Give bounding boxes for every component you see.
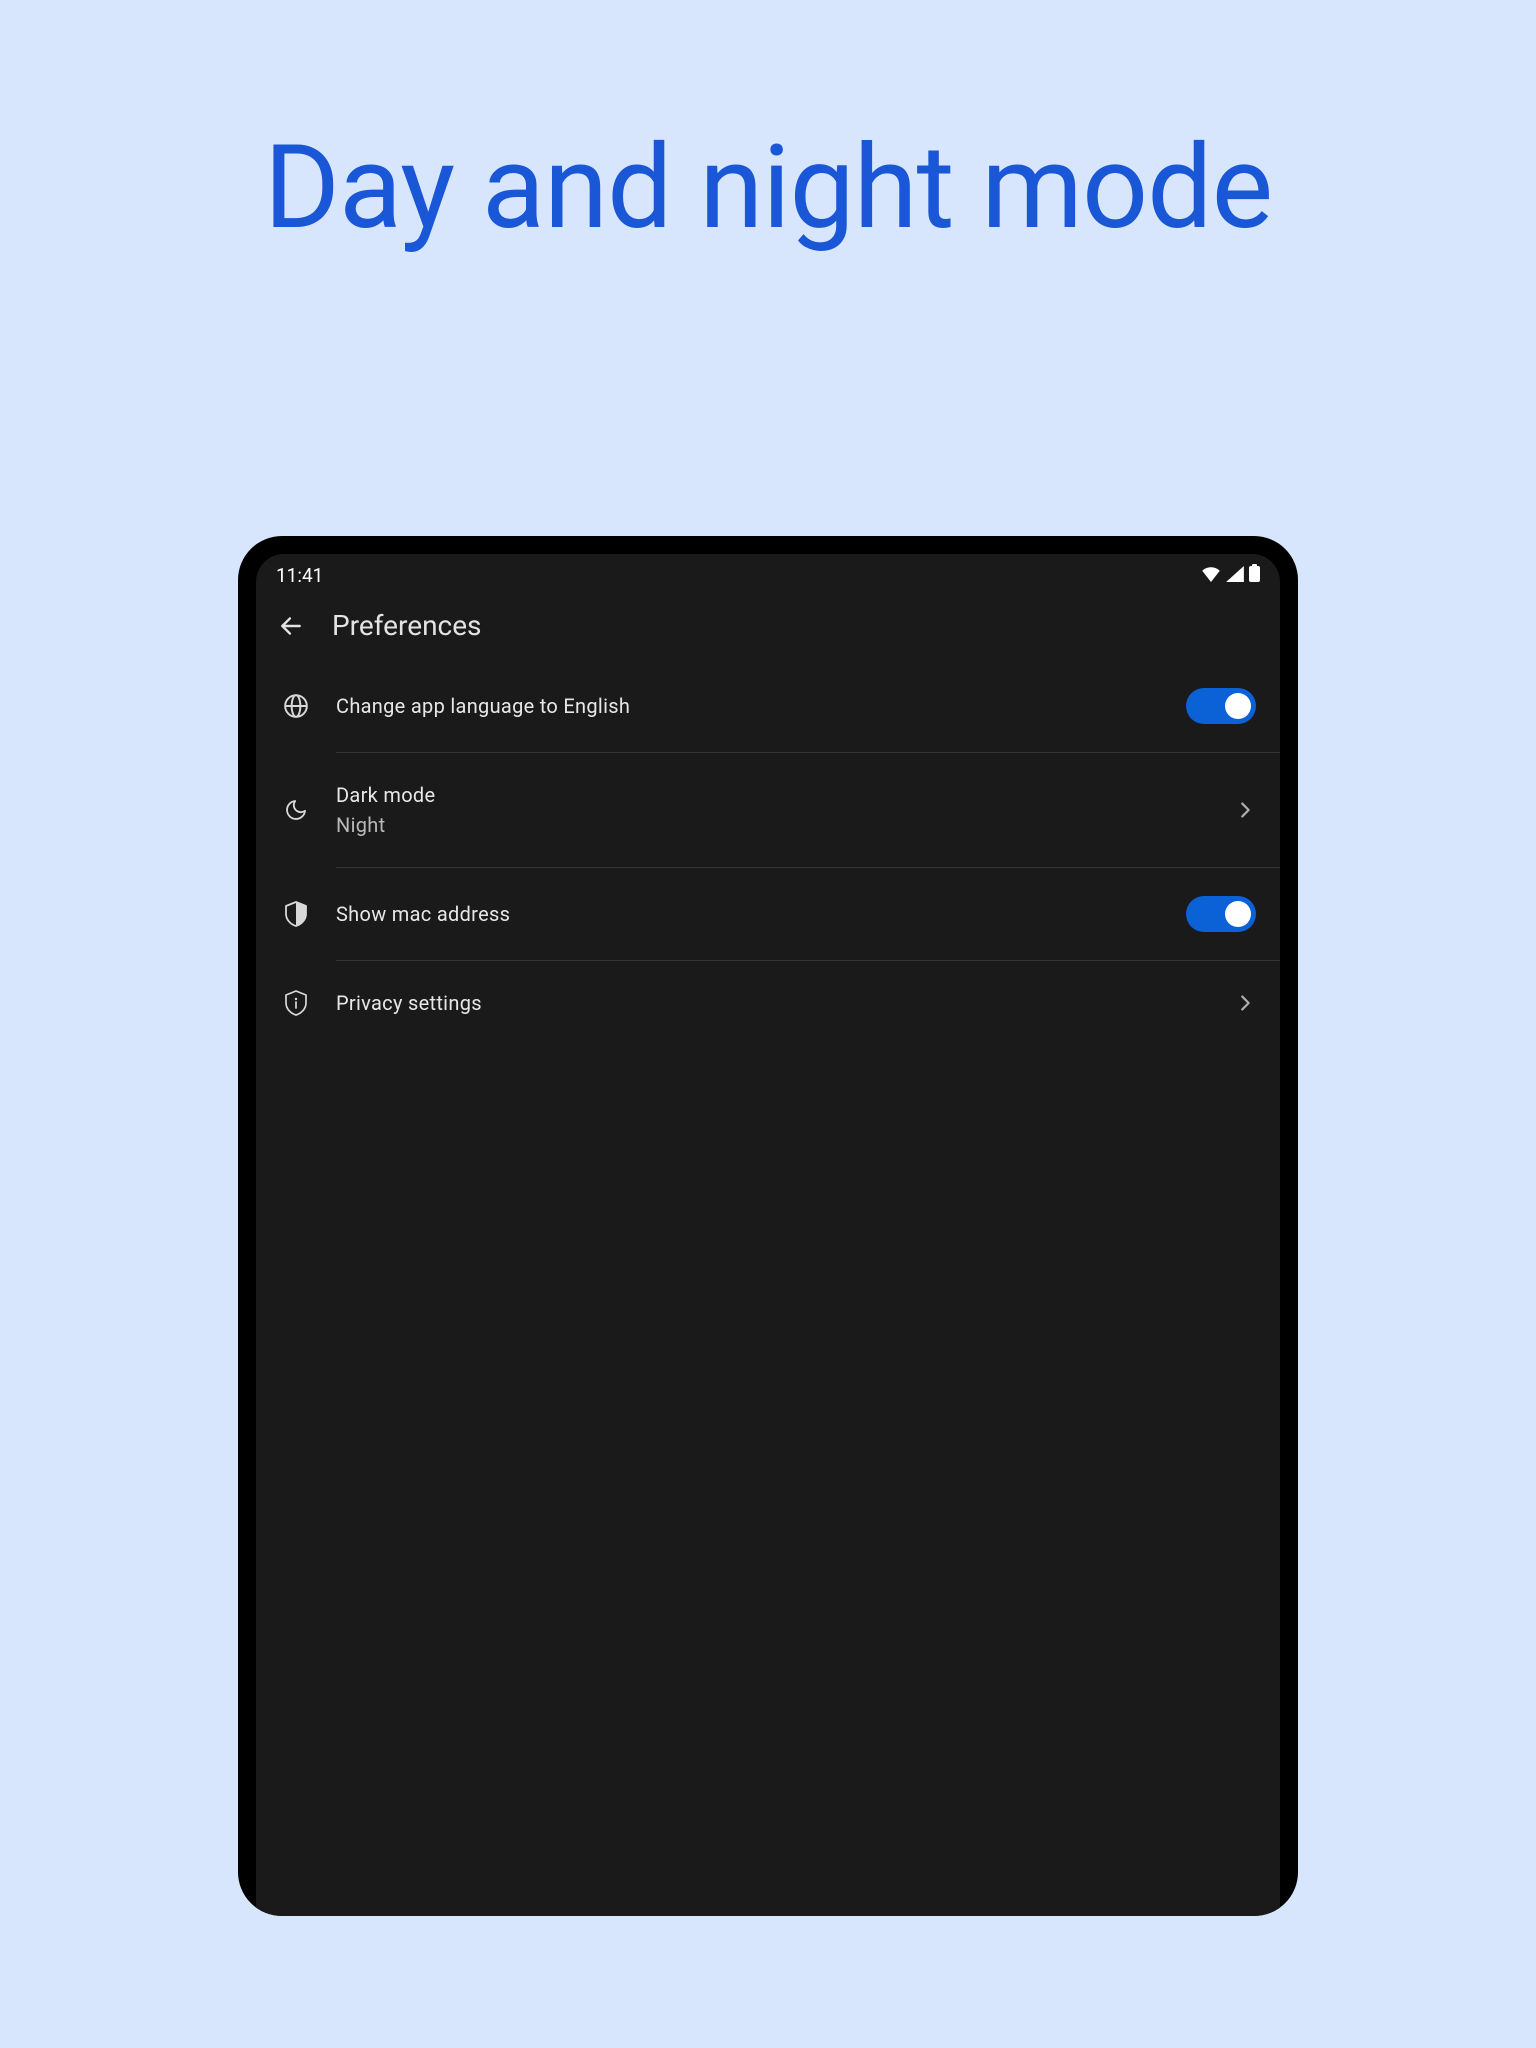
shield-info-icon: [280, 990, 312, 1016]
status-bar: 11:41: [256, 554, 1280, 595]
row-dark-mode[interactable]: Dark mode Night: [256, 753, 1280, 867]
app-bar: Preferences: [256, 595, 1280, 660]
settings-list: Change app language to English Dark mode…: [256, 660, 1280, 1045]
moon-icon: [280, 798, 312, 822]
wifi-icon: [1201, 564, 1221, 587]
row-dark-title: Dark mode: [336, 781, 1210, 809]
row-mac-address[interactable]: Show mac address: [256, 868, 1280, 960]
chevron-right-icon: [1234, 799, 1256, 821]
globe-icon: [280, 693, 312, 719]
status-time: 11:41: [276, 564, 323, 587]
row-privacy[interactable]: Privacy settings: [256, 961, 1280, 1045]
device-screen: 11:41 Preferences: [256, 554, 1280, 1916]
device-frame: 11:41 Preferences: [238, 536, 1298, 1916]
page-title: Preferences: [332, 609, 482, 642]
row-language-title: Change app language to English: [336, 692, 1162, 720]
battery-icon: [1249, 564, 1260, 587]
row-dark-sub: Night: [336, 811, 1210, 839]
status-icons: [1201, 564, 1260, 587]
row-privacy-title: Privacy settings: [336, 989, 1210, 1017]
switch-mac[interactable]: [1186, 896, 1256, 932]
row-mac-title: Show mac address: [336, 900, 1162, 928]
signal-icon: [1226, 564, 1244, 587]
back-icon[interactable]: [278, 613, 304, 639]
switch-language[interactable]: [1186, 688, 1256, 724]
hero-title: Day and night mode: [0, 0, 1536, 256]
chevron-right-icon: [1234, 992, 1256, 1014]
shield-half-icon: [280, 901, 312, 927]
row-language[interactable]: Change app language to English: [256, 660, 1280, 752]
